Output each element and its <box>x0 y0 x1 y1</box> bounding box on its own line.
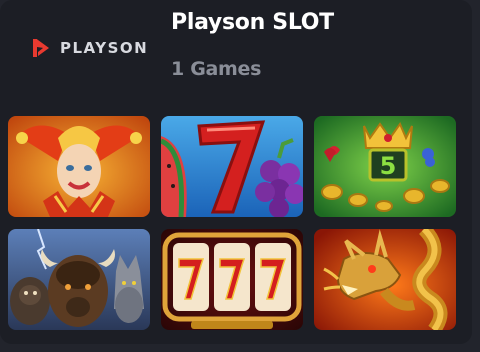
provider-card: PLAYSON Playson SLOT 1 Games 5 <box>0 0 472 344</box>
svg-text:5: 5 <box>380 152 397 180</box>
game-tile[interactable] <box>161 229 303 330</box>
jester-icon <box>8 116 150 217</box>
triple-seven-icon <box>161 229 303 330</box>
game-tile[interactable]: 5 <box>314 116 456 217</box>
game-tile[interactable] <box>314 229 456 330</box>
game-tile[interactable] <box>8 116 150 217</box>
golden-dragon-icon <box>314 229 456 330</box>
game-tile[interactable] <box>161 116 303 217</box>
crown-five-icon: 5 <box>314 116 456 217</box>
lucky-seven-fruits-icon <box>161 116 303 217</box>
games-grid: 5 <box>0 0 472 344</box>
game-tile[interactable] <box>8 229 150 330</box>
buffalo-wolf-icon <box>8 229 150 330</box>
